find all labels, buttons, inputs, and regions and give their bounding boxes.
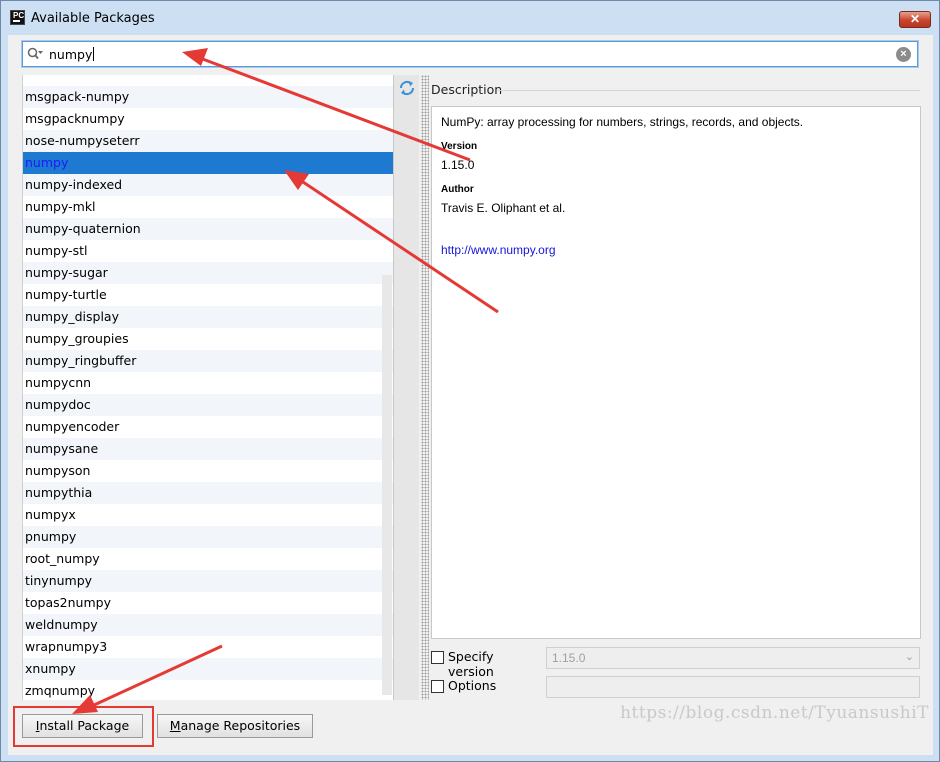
list-item[interactable]: wrapnumpy3 <box>23 636 393 658</box>
clear-search-icon[interactable]: × <box>896 47 911 62</box>
options-label: Options <box>448 678 497 693</box>
description-panel: NumPy: array processing for numbers, str… <box>431 106 921 639</box>
pycharm-app-icon: PC <box>10 10 25 25</box>
list-item[interactable]: numpy <box>23 152 393 174</box>
list-item[interactable]: numpy-indexed <box>23 174 393 196</box>
list-toolbar <box>393 75 419 700</box>
close-button[interactable]: ✕ <box>899 11 931 28</box>
version-select[interactable]: 1.15.0 ⌄ <box>546 647 920 669</box>
list-item[interactable]: numpyx <box>23 504 393 526</box>
list-item[interactable]: numpysane <box>23 438 393 460</box>
title-bar: PC Available Packages ✕ <box>1 1 939 35</box>
list-item[interactable]: numpy_groupies <box>23 328 393 350</box>
list-item[interactable]: numpy-quaternion <box>23 218 393 240</box>
version-select-value: 1.15.0 <box>552 651 586 665</box>
homepage-link[interactable]: http://www.numpy.org <box>441 243 911 257</box>
list-item[interactable]: numpycnn <box>23 372 393 394</box>
chevron-down-icon: ⌄ <box>904 651 914 663</box>
search-input[interactable]: numpy × <box>22 41 918 67</box>
list-item[interactable]: numpy-stl <box>23 240 393 262</box>
watermark: https://blog.csdn.net/TyuansushiT <box>620 703 929 723</box>
version-heading: Version <box>441 141 478 152</box>
dialog-body: numpy × msgpack-numpy msgpacknumpy nose-nu… <box>8 35 933 755</box>
list-item[interactable]: numpyson <box>23 460 393 482</box>
list-item-partial <box>23 75 393 86</box>
options-checkbox[interactable] <box>431 680 444 693</box>
list-item[interactable]: numpy_ringbuffer <box>23 350 393 372</box>
list-item[interactable]: tinynumpy <box>23 570 393 592</box>
description-separator <box>498 90 920 91</box>
search-icon <box>27 47 43 60</box>
list-item[interactable]: msgpack-numpy <box>23 86 393 108</box>
manage-repositories-button[interactable]: Manage Repositories <box>157 714 313 738</box>
list-scrollbar[interactable] <box>382 275 392 695</box>
search-value: numpy <box>49 47 93 62</box>
refresh-icon[interactable] <box>398 80 416 96</box>
list-item[interactable]: zmqnumpy <box>23 680 393 700</box>
list-item[interactable]: numpy-sugar <box>23 262 393 284</box>
list-item[interactable]: numpydoc <box>23 394 393 416</box>
package-summary: NumPy: array processing for numbers, str… <box>441 115 804 129</box>
list-item[interactable]: msgpacknumpy <box>23 108 393 130</box>
list-item[interactable]: numpy-mkl <box>23 196 393 218</box>
version-value: 1.15.0 <box>441 158 475 172</box>
specify-version-checkbox[interactable] <box>431 651 444 664</box>
package-list[interactable]: msgpack-numpy msgpacknumpy nose-numpyseter… <box>22 75 393 700</box>
list-item[interactable]: numpythia <box>23 482 393 504</box>
window-title: Available Packages <box>31 11 155 26</box>
list-item[interactable]: numpy_display <box>23 306 393 328</box>
list-item[interactable]: numpy-turtle <box>23 284 393 306</box>
list-item[interactable]: numpyencoder <box>23 416 393 438</box>
author-value: Travis E. Oliphant et al. <box>441 201 566 215</box>
available-packages-window: PC Available Packages ✕ numpy × msgpack-… <box>0 0 940 762</box>
list-item[interactable]: xnumpy <box>23 658 393 680</box>
list-item[interactable]: nose-numpyseterr <box>23 130 393 152</box>
list-item[interactable]: topas2numpy <box>23 592 393 614</box>
author-heading: Author <box>441 184 474 195</box>
list-item[interactable]: pnumpy <box>23 526 393 548</box>
options-input[interactable] <box>546 676 920 698</box>
list-item[interactable]: weldnumpy <box>23 614 393 636</box>
install-package-button[interactable]: Install Package <box>22 714 143 738</box>
splitter-handle[interactable] <box>421 75 429 700</box>
list-item[interactable]: root_numpy <box>23 548 393 570</box>
specify-version-label: Specify version <box>448 649 494 679</box>
description-label: Description <box>431 82 509 97</box>
